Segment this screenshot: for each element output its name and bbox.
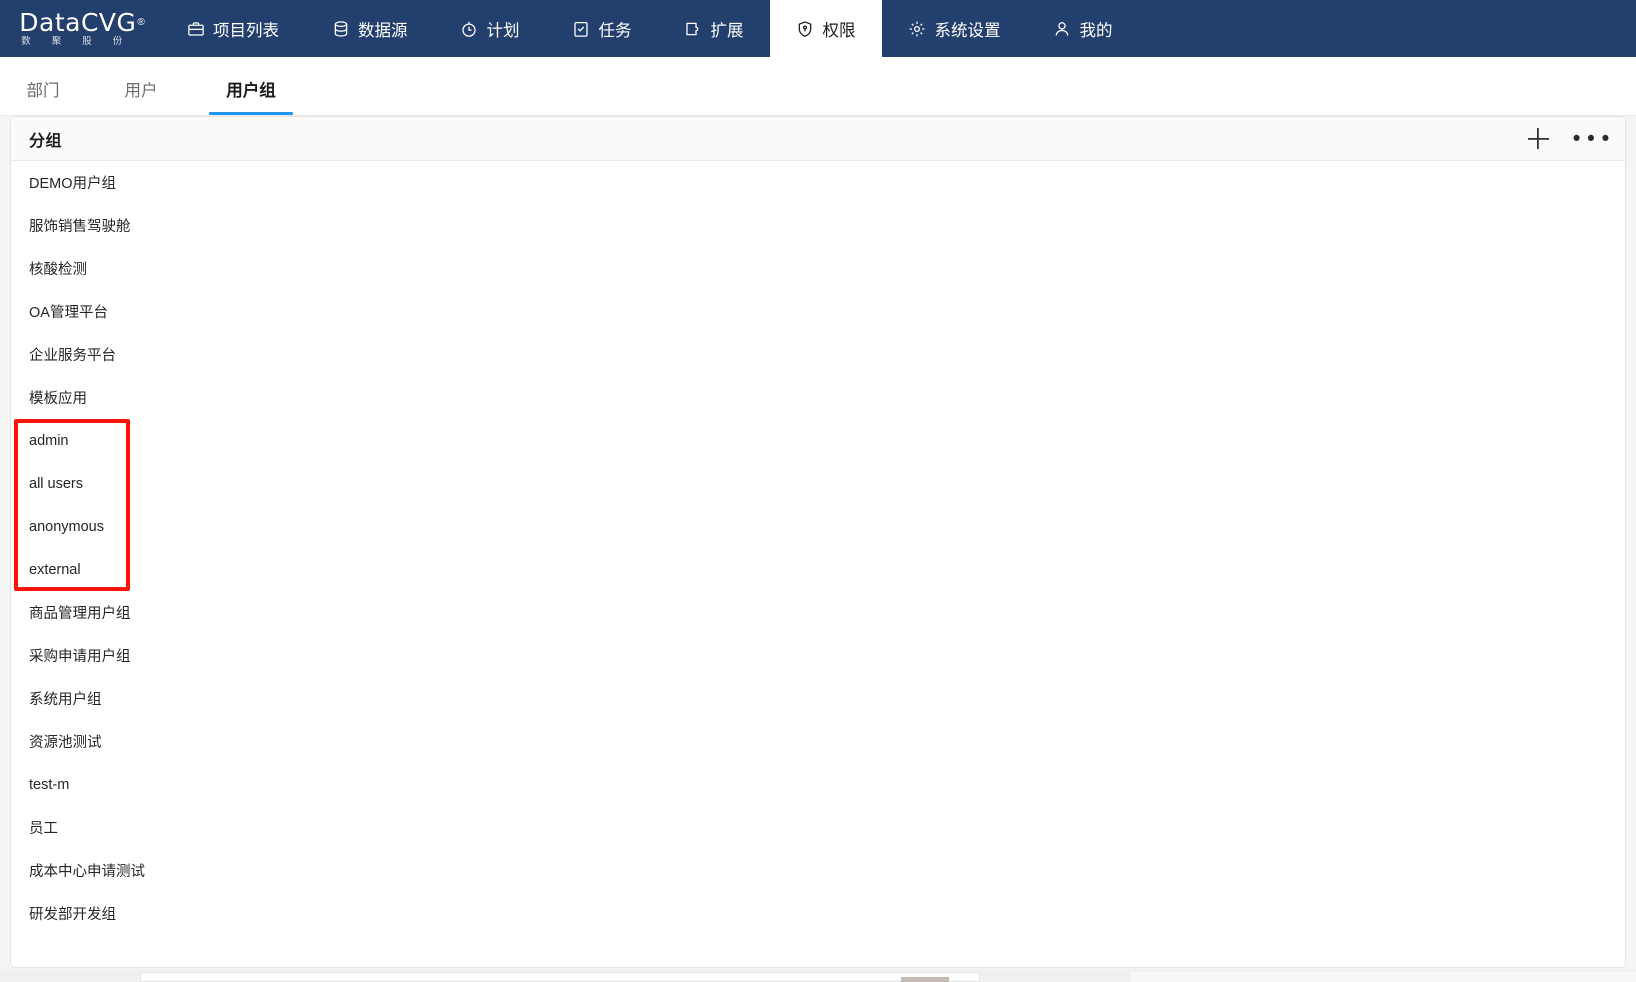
nav-item-my-account[interactable]: 我的 [1027, 0, 1139, 57]
tab-users[interactable]: 用户 [86, 77, 196, 115]
nav-item-permissions[interactable]: 权限 [769, 0, 882, 57]
brand-logo[interactable]: DataCVG® 数 聚 股 份 [0, 0, 160, 57]
group-list-item[interactable]: 系统用户组 [11, 677, 1625, 720]
nav-item-tasks[interactable]: 任务 [546, 0, 658, 57]
brand-sub-char: 份 [112, 36, 124, 48]
bottom-scroll-strip [0, 969, 1636, 982]
ellipsis-icon: ••• [1570, 126, 1614, 151]
briefcase-icon [186, 19, 205, 38]
registered-trademark-icon: ® [137, 16, 145, 28]
group-list-item[interactable]: 资源池测试 [11, 720, 1625, 763]
group-list-item[interactable]: 研发部开发组 [11, 892, 1625, 935]
brand-name: DataCVG [19, 8, 137, 38]
nav-item-datasource[interactable]: 数据源 [305, 0, 434, 57]
group-list-item[interactable]: 采购申请用户组 [11, 634, 1625, 677]
nav-item-label: 我的 [1079, 21, 1113, 40]
group-list-item-label: DEMO用户组 [29, 176, 116, 192]
group-list-item-label: 企业服务平台 [29, 348, 116, 364]
group-list-item[interactable]: 核酸检测 [11, 247, 1625, 290]
database-icon [331, 19, 350, 38]
nav-item-label: 扩展 [710, 21, 744, 40]
shield-key-icon [796, 19, 815, 38]
horizontal-scrollbar-track[interactable] [140, 972, 980, 982]
group-list-item[interactable]: all users [11, 462, 1625, 505]
group-list-item-label: 系统用户组 [29, 692, 102, 708]
group-list-item-label: 员工 [29, 821, 58, 837]
top-navigation-bar: DataCVG® 数 聚 股 份 项目列表 数据源 计划 任务 扩展 权限 系统… [0, 0, 1636, 57]
application-window: DataCVG® 数 聚 股 份 项目列表 数据源 计划 任务 扩展 权限 系统… [0, 0, 1636, 982]
sub-tab-bar: 部门 用户 用户组 [0, 57, 1636, 116]
brand-sub-char: 聚 [51, 36, 63, 48]
nav-item-label: 数据源 [358, 21, 408, 40]
group-panel: 分组 ••• DEMO用户组 服饰销售驾驶舱 核酸检测 OA管理平台 企业服务平台 模板应… [10, 116, 1626, 968]
group-list-item-label: 成本中心申请测试 [29, 864, 145, 880]
group-list-item[interactable]: admin [11, 419, 1625, 462]
nav-item-label: 计划 [486, 21, 520, 40]
nav-item-system-settings[interactable]: 系统设置 [882, 0, 1027, 57]
bottom-right-filler [1130, 972, 1636, 982]
group-list-item-label: 模板应用 [29, 391, 87, 407]
group-list-item-label: anonymous [29, 518, 104, 535]
group-list-item[interactable]: 成本中心申请测试 [11, 849, 1625, 892]
nav-item-label: 任务 [598, 21, 632, 40]
group-list-item-label: 研发部开发组 [29, 907, 116, 923]
user-icon [1053, 19, 1072, 38]
clipboard-check-icon [572, 19, 591, 38]
gear-icon [908, 19, 927, 38]
nav-item-schedule[interactable]: 计划 [434, 0, 546, 57]
group-list-item[interactable]: test-m [11, 763, 1625, 806]
add-group-button[interactable] [1525, 126, 1551, 152]
brand-subtitle: 数 聚 股 份 [19, 37, 123, 47]
group-list-item[interactable]: OA管理平台 [11, 290, 1625, 333]
brand-sub-char: 股 [82, 36, 93, 48]
nav-item-projects[interactable]: 项目列表 [160, 0, 305, 57]
panel-title: 分组 [29, 132, 63, 150]
group-list-item-label: test-m [29, 776, 70, 793]
nav-item-extensions[interactable]: 扩展 [658, 0, 770, 57]
panel-action-group: ••• [1525, 126, 1611, 152]
group-list-item-label: 商品管理用户组 [29, 606, 131, 622]
tab-label: 用户组 [226, 82, 276, 100]
group-list-item[interactable]: 服饰销售驾驶舱 [11, 204, 1625, 247]
group-list-item[interactable]: DEMO用户组 [11, 161, 1625, 204]
panel-header: 分组 ••• [11, 117, 1625, 161]
nav-item-label: 系统设置 [934, 21, 1001, 40]
tab-label: 用户 [124, 82, 158, 100]
tab-departments[interactable]: 部门 [0, 77, 86, 115]
tab-user-groups[interactable]: 用户组 [196, 77, 306, 115]
group-list-item-label: 资源池测试 [29, 735, 102, 751]
group-list-item-label: all users [29, 475, 83, 492]
group-list-item[interactable]: 企业服务平台 [11, 333, 1625, 376]
group-list-item-label: external [29, 561, 81, 578]
group-list-item[interactable]: anonymous [11, 505, 1625, 548]
group-list-item-label: 采购申请用户组 [29, 649, 131, 665]
brand-sub-char: 数 [21, 36, 32, 48]
group-list-item-label: OA管理平台 [29, 305, 108, 321]
group-list-item-label: 核酸检测 [29, 262, 87, 278]
group-list-item-label: admin [29, 432, 69, 449]
nav-item-list: 项目列表 数据源 计划 任务 扩展 权限 系统设置 我的 [160, 0, 1636, 57]
more-options-button[interactable]: ••• [1570, 126, 1611, 152]
group-list-item[interactable]: 商品管理用户组 [11, 591, 1625, 634]
nav-item-label: 项目列表 [213, 21, 279, 40]
horizontal-scrollbar-thumb[interactable] [901, 977, 949, 982]
tab-label: 部门 [26, 82, 60, 100]
group-list-item[interactable]: 员工 [11, 806, 1625, 849]
group-list: DEMO用户组 服饰销售驾驶舱 核酸检测 OA管理平台 企业服务平台 模板应用 admin a… [11, 161, 1625, 935]
puzzle-icon [684, 19, 703, 38]
nav-item-label: 权限 [822, 21, 856, 40]
timer-icon [460, 19, 479, 38]
group-list-item[interactable]: external [11, 548, 1625, 591]
group-list-item[interactable]: 模板应用 [11, 376, 1625, 419]
group-list-item-label: 服饰销售驾驶舱 [29, 219, 131, 235]
